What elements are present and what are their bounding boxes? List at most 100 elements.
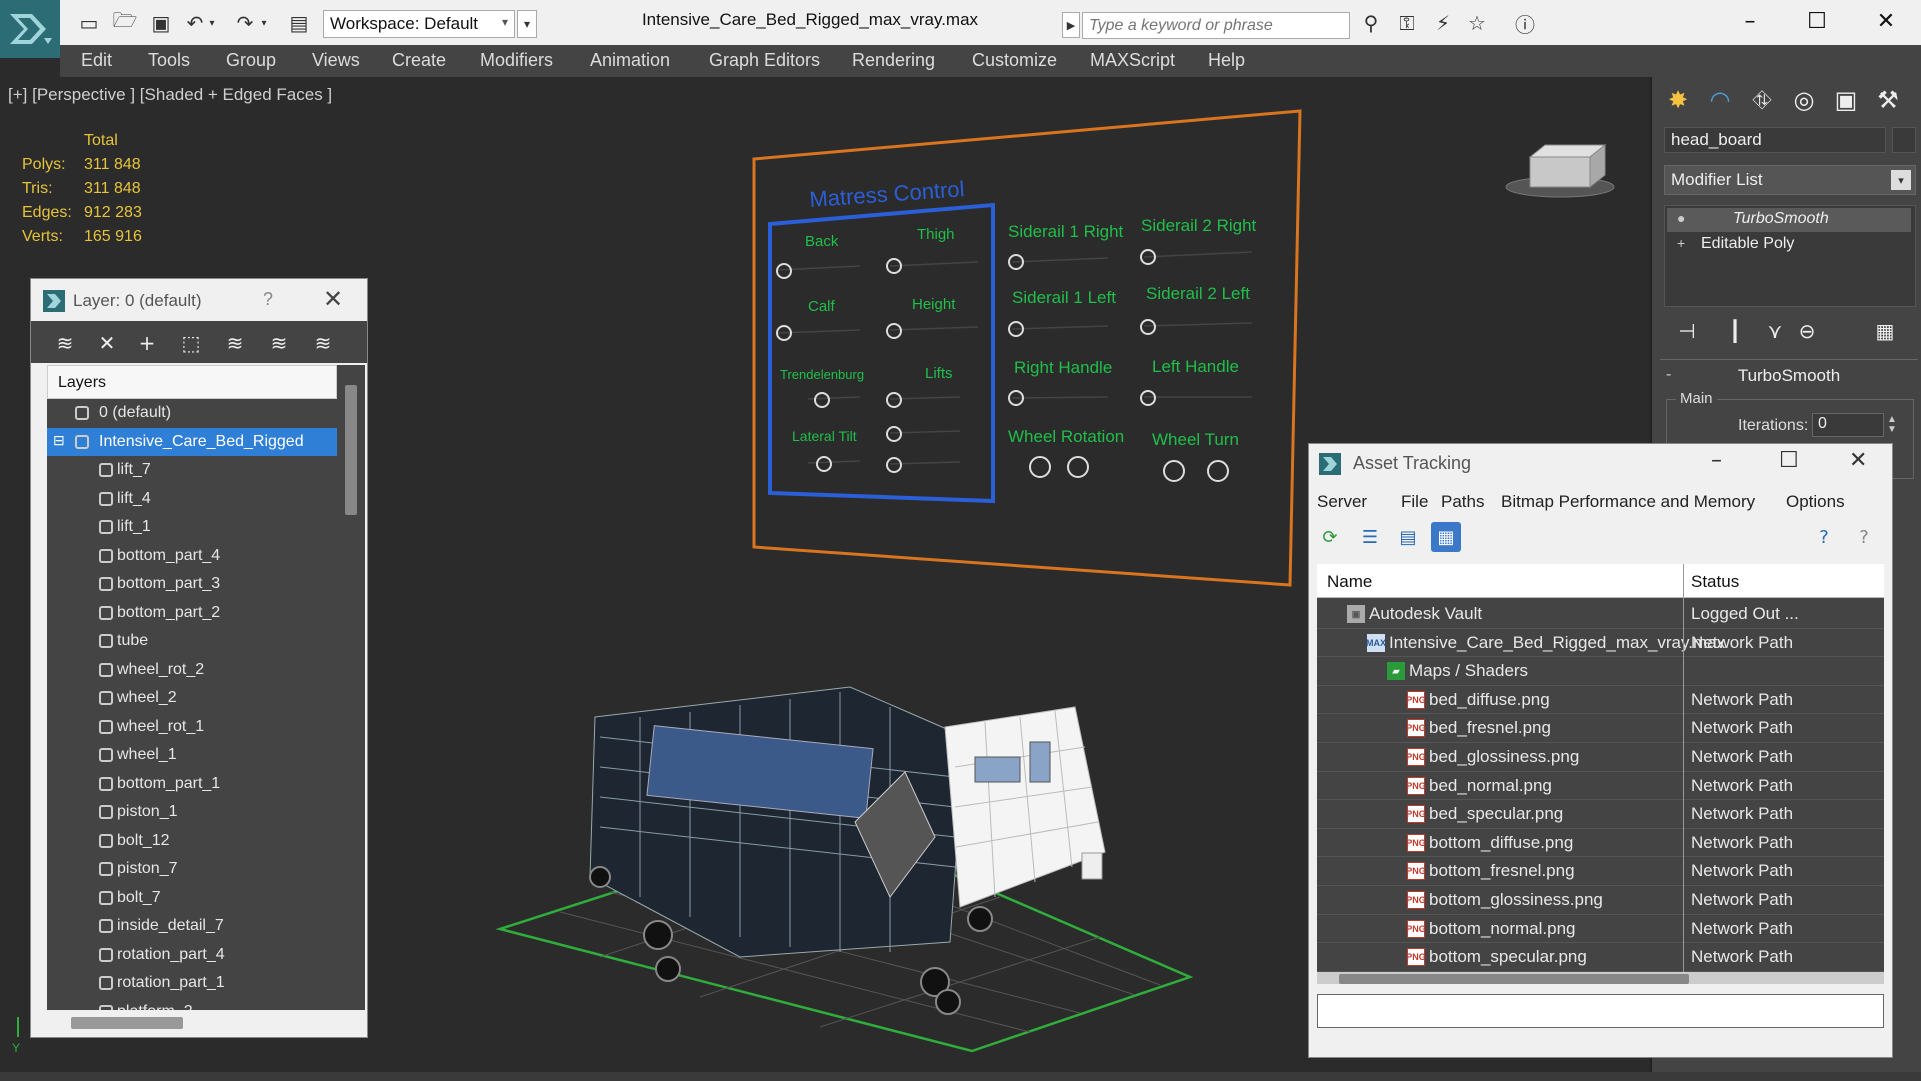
object-row[interactable]: bottom_part_1 — [47, 770, 337, 799]
select-objects-icon[interactable]: ⬚ — [175, 329, 207, 357]
object-row[interactable]: bottom_part_2 — [47, 599, 337, 628]
menu-help[interactable]: Help — [1208, 50, 1245, 71]
turbosmooth-rollout[interactable]: - TurboSmooth — [1660, 359, 1918, 389]
asset-row[interactable]: PNG bed_specular.png Network Path — [1317, 800, 1884, 829]
asset-row[interactable]: PNG bed_normal.png Network Path — [1317, 772, 1884, 801]
menu-group[interactable]: Group — [226, 50, 276, 71]
object-row[interactable]: lift_1 — [47, 513, 337, 542]
object-row[interactable]: tube — [47, 627, 337, 656]
iterations-spinner-icon[interactable]: ▲ ▼ — [1884, 413, 1900, 437]
object-row[interactable]: rotation_part_1 — [47, 969, 337, 998]
make-unique-icon[interactable]: ⋎ — [1760, 317, 1790, 345]
create-tab-icon[interactable]: ✸ — [1660, 83, 1696, 117]
app-logo-icon[interactable] — [0, 0, 60, 58]
menu-tools[interactable]: Tools — [148, 50, 190, 71]
menu-views[interactable]: Views — [312, 50, 360, 71]
configure-sets-icon[interactable]: ▦ — [1870, 317, 1900, 345]
workspace-select[interactable]: Workspace: Default ▾ — [323, 10, 515, 38]
hide-all-icon[interactable]: ≋ — [263, 329, 295, 357]
display-tab-icon[interactable]: ▣ — [1828, 83, 1864, 117]
object-name-field[interactable]: head_board — [1664, 127, 1886, 153]
menu-edit[interactable]: Edit — [81, 50, 112, 71]
menu-modifiers[interactable]: Modifiers — [480, 50, 553, 71]
asset-row[interactable]: ▰ Maps / Shaders — [1317, 657, 1884, 686]
object-row[interactable]: wheel_1 — [47, 741, 337, 770]
modify-tab-icon[interactable]: ◠ — [1702, 83, 1738, 117]
object-row[interactable]: wheel_rot_1 — [47, 713, 337, 742]
expand-plus-icon[interactable]: + — [1677, 235, 1685, 251]
asset-row[interactable]: PNG bottom_glossiness.png Network Path — [1317, 886, 1884, 915]
motion-tab-icon[interactable]: ◎ — [1786, 83, 1822, 117]
object-row[interactable]: piston_1 — [47, 798, 337, 827]
lightbulb-icon[interactable]: ● — [1677, 210, 1685, 226]
open-folder-icon[interactable]: 🗁 — [110, 8, 140, 36]
hierarchy-tab-icon[interactable]: ⛗ — [1744, 83, 1780, 117]
contextual-help-icon[interactable]: ? — [1849, 522, 1879, 552]
asset-row[interactable]: PNG bottom_specular.png Network Path — [1317, 943, 1884, 972]
show-end-result-icon[interactable]: ┃ — [1720, 317, 1750, 345]
highlight-layer-icon[interactable]: ≋ — [219, 329, 251, 357]
list-view-icon[interactable]: ☰ — [1355, 522, 1385, 552]
thumbnail-view-icon[interactable]: ▤ — [1393, 522, 1423, 552]
asset-row[interactable]: ▣ Autodesk Vault Logged Out ... — [1317, 600, 1884, 629]
pin-stack-icon[interactable]: ⊣ — [1672, 317, 1702, 345]
object-row[interactable]: bolt_12 — [47, 827, 337, 856]
asset-row[interactable]: PNG bottom_normal.png Network Path — [1317, 915, 1884, 944]
add-to-layer-icon[interactable]: + — [131, 329, 163, 357]
minimize-icon[interactable]: – — [1730, 6, 1770, 36]
layer-tree[interactable]: Layers 0 (default) ⊟ Intensive_Care_Bed_Ri… — [47, 365, 365, 1010]
menu-maxscript[interactable]: MAXScript — [1090, 50, 1175, 71]
menu-customize[interactable]: Customize — [972, 50, 1057, 71]
menu-bitmap-performance[interactable]: Bitmap Performance and Memory — [1501, 492, 1755, 512]
layer-row-selected[interactable]: ⊟ Intensive_Care_Bed_Rigged — [47, 427, 337, 456]
modifier-list-dropdown[interactable]: Modifier List ▾ — [1664, 165, 1916, 195]
vertical-scrollbar[interactable] — [345, 385, 357, 515]
asset-row[interactable]: PNG bed_fresnel.png Network Path — [1317, 714, 1884, 743]
help-icon[interactable]: ⓘ — [1510, 10, 1540, 37]
key-icon[interactable]: ⚿ — [1392, 10, 1422, 36]
workspace-menu-icon[interactable]: ▾ — [517, 10, 537, 38]
menu-graph-editors[interactable]: Graph Editors — [709, 50, 820, 71]
object-row[interactable]: lift_7 — [47, 456, 337, 485]
binoculars-icon[interactable]: ⚲ — [1356, 10, 1386, 36]
stack-item-editable-poly[interactable]: + Editable Poly — [1667, 233, 1911, 257]
close-icon[interactable]: ✕ — [1866, 6, 1906, 36]
redo-dropdown-icon[interactable]: ▾ — [256, 10, 272, 36]
menu-animation[interactable]: Animation — [590, 50, 670, 71]
column-divider[interactable] — [1683, 564, 1684, 984]
stack-item-turbosmooth[interactable]: ● TurboSmooth — [1667, 208, 1911, 232]
menu-rendering[interactable]: Rendering — [852, 50, 935, 71]
horizontal-scrollbar[interactable] — [71, 1017, 183, 1029]
object-row[interactable]: rotation_part_4 — [47, 941, 337, 970]
mattress-control-panel[interactable]: Matress Control Back Thigh Calf Height T… — [752, 109, 1302, 587]
menu-file[interactable]: File — [1401, 492, 1428, 512]
help-icon[interactable]: ? — [1809, 522, 1839, 552]
object-row[interactable]: lift_4 — [47, 485, 337, 514]
column-header-name[interactable]: Name — [1327, 572, 1372, 592]
table-view-icon[interactable]: ▦ — [1431, 522, 1461, 552]
asset-row[interactable]: PNG bottom_fresnel.png Network Path — [1317, 857, 1884, 886]
layers-column-header[interactable]: Layers — [47, 365, 337, 399]
object-row[interactable]: bolt_7 — [47, 884, 337, 913]
search-input[interactable] — [1082, 12, 1350, 39]
column-header-status[interactable]: Status — [1691, 572, 1739, 592]
close-icon[interactable]: ✕ — [323, 285, 343, 313]
asset-tracking-title-bar[interactable]: Asset Tracking – ☐ ✕ — [1309, 444, 1892, 484]
layer-row-default[interactable]: 0 (default) — [47, 399, 337, 428]
collapse-icon[interactable]: ⊟ — [53, 432, 65, 449]
project-folder-icon[interactable]: ▤ — [284, 10, 314, 36]
hospital-bed-model[interactable] — [589, 686, 1106, 1015]
search-expand-icon[interactable]: ▶ — [1062, 12, 1080, 38]
viewcube-icon[interactable] — [1505, 137, 1615, 207]
save-icon[interactable]: ▣ — [146, 10, 176, 36]
favorites-star-icon[interactable]: ☆ — [1462, 10, 1492, 36]
help-icon[interactable]: ? — [263, 289, 273, 310]
menu-create[interactable]: Create — [392, 50, 446, 71]
utilities-tab-icon[interactable]: ⚒ — [1870, 83, 1906, 117]
layer-explorer-title-bar[interactable]: Layer: 0 (default) ? ✕ — [31, 279, 367, 321]
freeze-all-icon[interactable]: ≋ — [307, 329, 339, 357]
new-file-icon[interactable]: ▭ — [74, 10, 104, 36]
account-icon[interactable]: ⚡ — [1428, 10, 1458, 36]
horizontal-scrollbar[interactable] — [1339, 974, 1689, 984]
new-layer-icon[interactable]: ≋ — [49, 329, 81, 357]
